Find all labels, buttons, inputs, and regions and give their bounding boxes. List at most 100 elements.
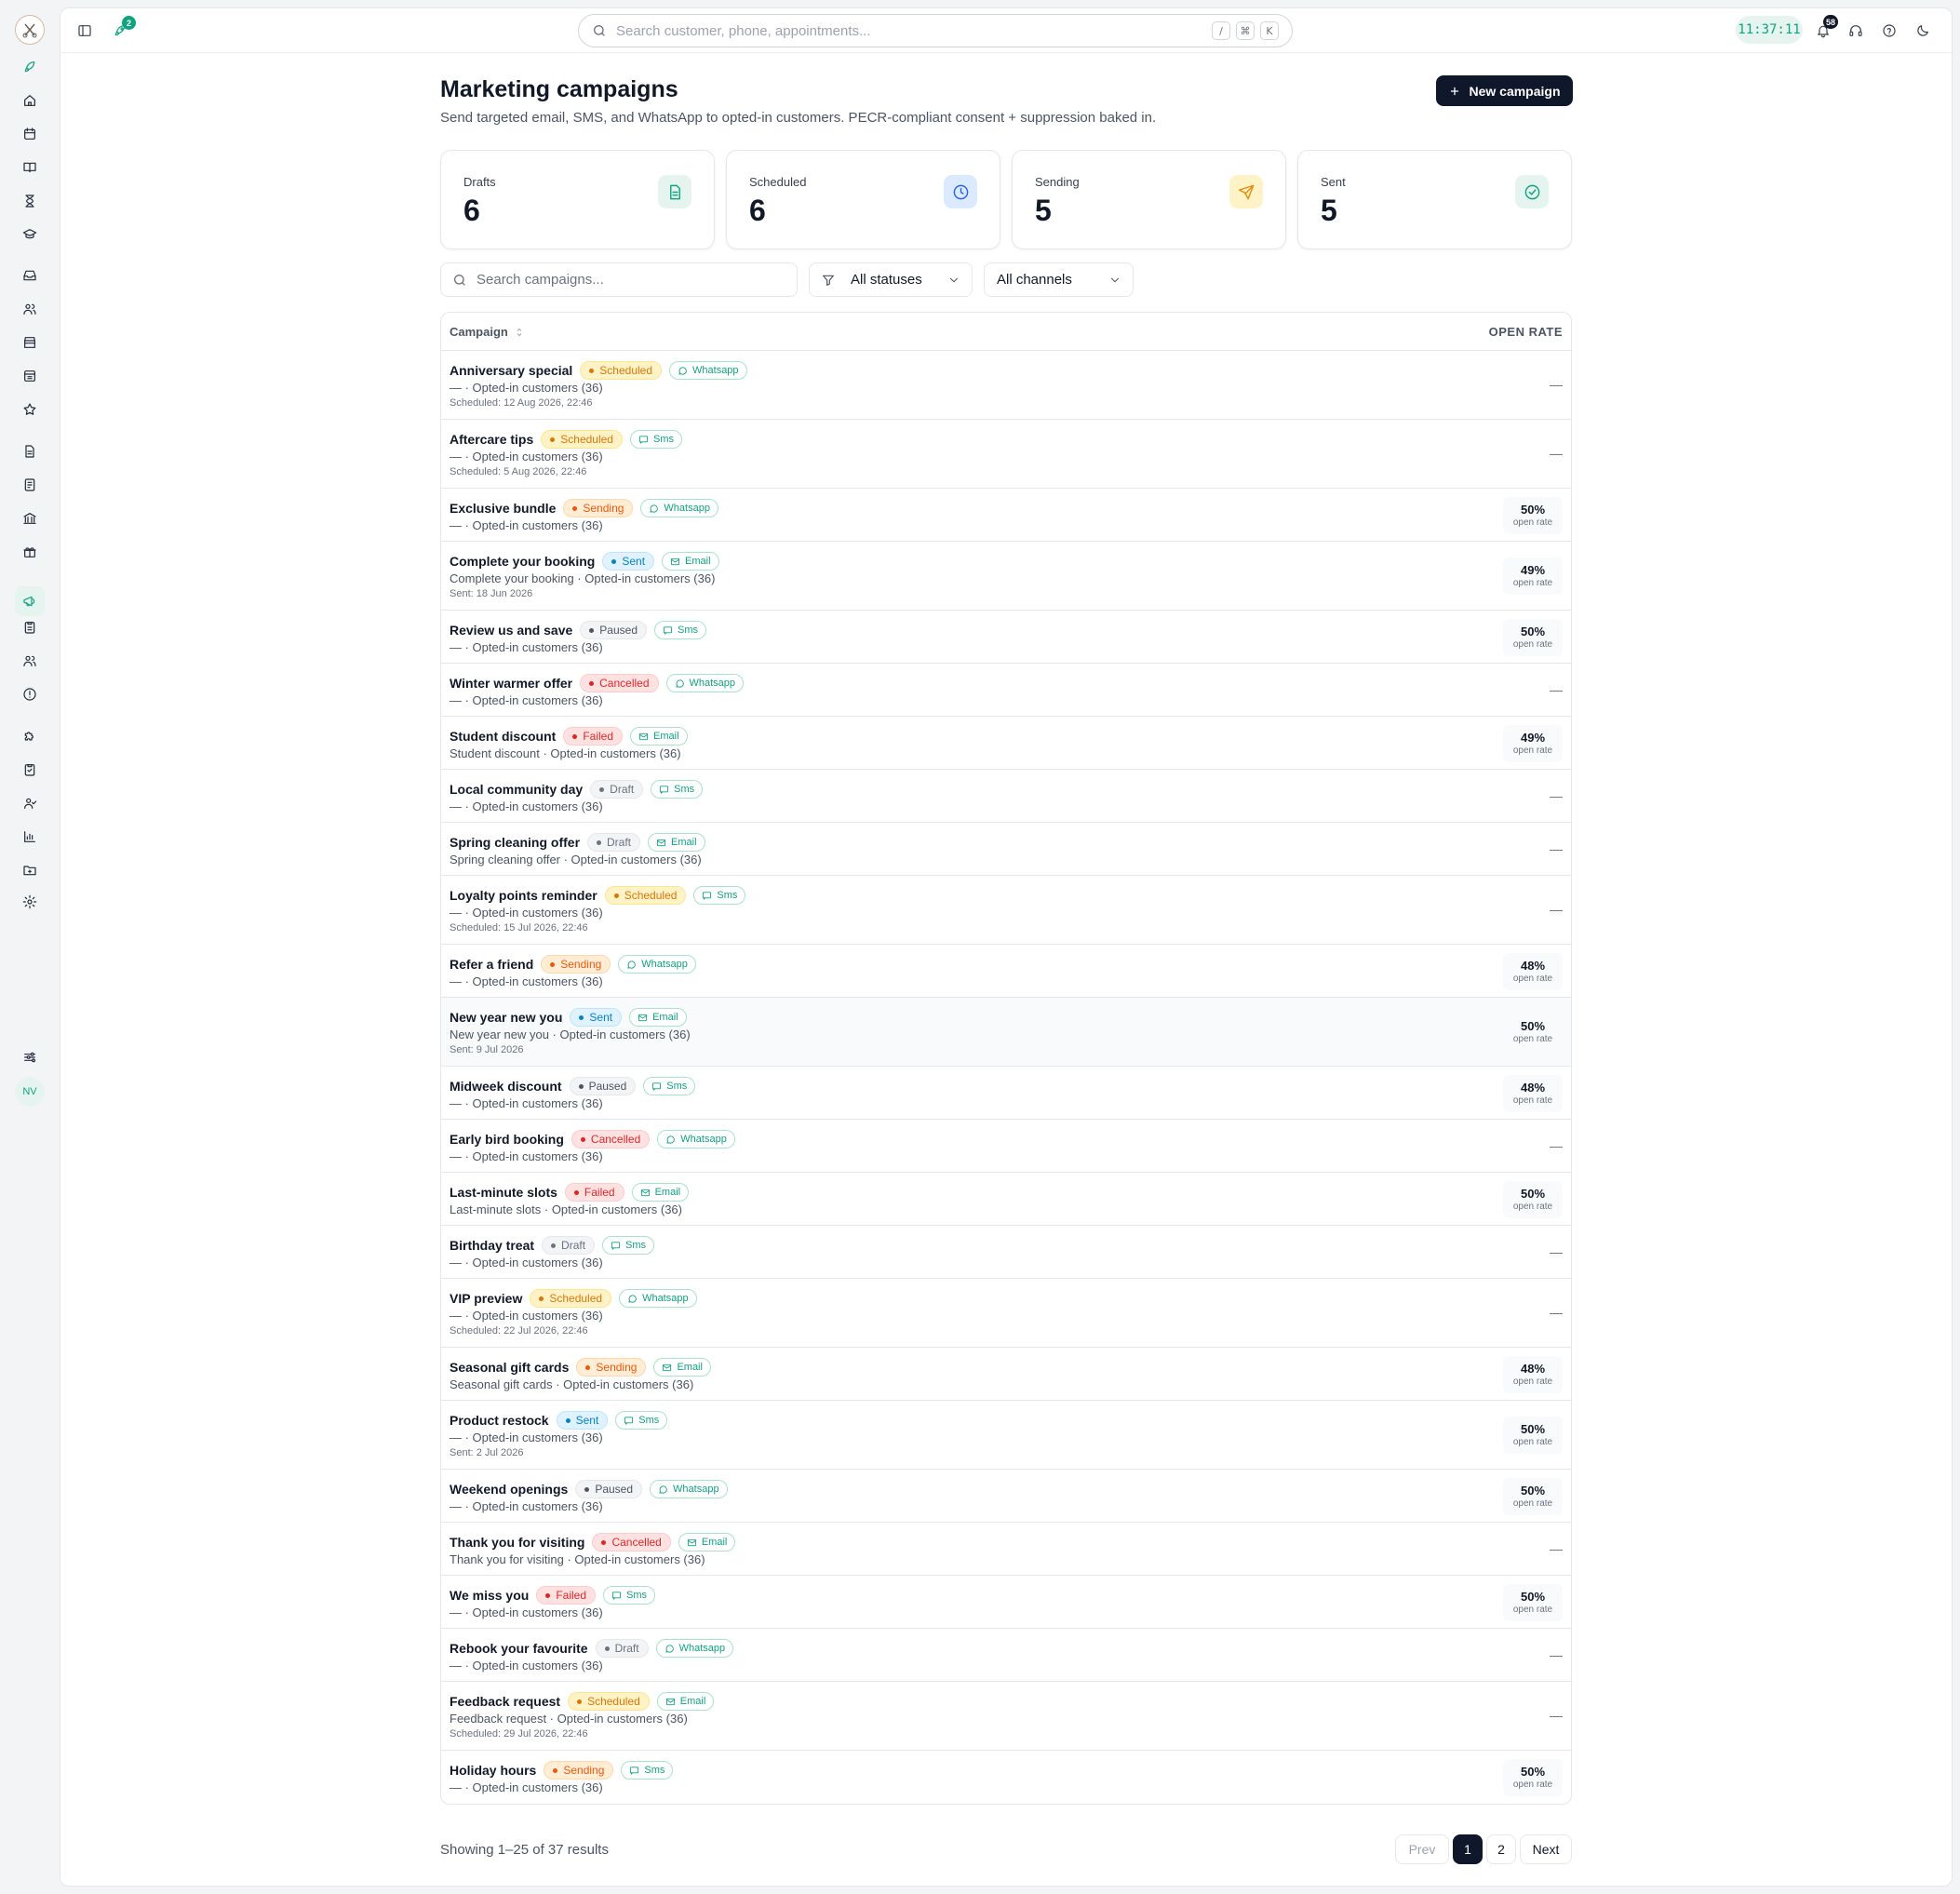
campaign-name[interactable]: Spring cleaning offer: [450, 835, 580, 850]
page-subtitle: Send targeted email, SMS, and WhatsApp t…: [440, 110, 1157, 126]
sidebar-sliders-icon[interactable]: [20, 1048, 39, 1067]
help-icon[interactable]: [1880, 21, 1899, 40]
table-row[interactable]: Loyalty points reminder Scheduled Sms — · O…: [441, 876, 1571, 945]
avatar[interactable]: NV: [15, 1077, 45, 1107]
table-row[interactable]: Thank you for visiting Cancelled Email Than…: [441, 1523, 1571, 1576]
sidebar-alert-icon[interactable]: [20, 685, 39, 704]
table-row[interactable]: We miss you Failed Sms — · Opted-in custome…: [441, 1576, 1571, 1629]
table-row[interactable]: Spring cleaning offer Draft Email Spring cl…: [441, 823, 1571, 876]
campaign-name[interactable]: We miss you: [450, 1588, 529, 1603]
sidebar-home-icon[interactable]: [20, 91, 39, 110]
sidebar-book-icon[interactable]: [20, 158, 39, 177]
bell-icon[interactable]: 58: [1814, 15, 1839, 40]
brand-logo[interactable]: [15, 15, 45, 45]
sidebar-clipboard-icon[interactable]: [20, 618, 39, 637]
campaign-name[interactable]: Exclusive bundle: [450, 501, 556, 516]
page-2-button[interactable]: 2: [1486, 1834, 1516, 1864]
sidebar-team-icon[interactable]: [20, 651, 39, 670]
sidebar-toggle-icon[interactable]: [75, 21, 94, 40]
campaign-name[interactable]: Anniversary special: [450, 363, 572, 378]
campaign-name[interactable]: Early bird booking: [450, 1132, 564, 1147]
campaign-name[interactable]: Review us and save: [450, 623, 572, 638]
campaign-name[interactable]: Local community day: [450, 782, 583, 797]
campaign-name[interactable]: Refer a friend: [450, 957, 533, 972]
sidebar-receipt-icon[interactable]: [20, 367, 39, 385]
sort-campaign-header[interactable]: Campaign: [450, 325, 525, 339]
campaign-name[interactable]: Product restock: [450, 1413, 549, 1428]
table-row[interactable]: Anniversary special Scheduled Whatsapp — · …: [441, 351, 1571, 420]
sidebar-folder-icon[interactable]: [20, 861, 39, 880]
page-1-button[interactable]: 1: [1453, 1834, 1483, 1864]
table-row[interactable]: Aftercare tips Scheduled Sms — · Opted-in c…: [441, 420, 1571, 489]
status-filter[interactable]: All statuses: [809, 262, 973, 297]
sidebar-graduation-icon[interactable]: [20, 225, 39, 244]
table-row[interactable]: Review us and save Paused Sms — · Opted-in …: [441, 611, 1571, 664]
campaign-name[interactable]: Birthday treat: [450, 1238, 534, 1253]
sidebar-user-check-icon[interactable]: [20, 794, 39, 813]
prev-button[interactable]: Prev: [1395, 1834, 1449, 1864]
campaign-name[interactable]: Holiday hours: [450, 1763, 536, 1778]
global-search-input[interactable]: [616, 22, 1206, 39]
sidebar-store-icon[interactable]: [20, 333, 39, 352]
campaign-name[interactable]: Seasonal gift cards: [450, 1360, 569, 1375]
campaign-name[interactable]: Thank you for visiting: [450, 1535, 584, 1550]
campaign-name[interactable]: Weekend openings: [450, 1482, 568, 1497]
campaign-search[interactable]: [440, 262, 798, 297]
table-row[interactable]: Student discount Failed Email Student disco…: [441, 717, 1571, 770]
next-button[interactable]: Next: [1520, 1834, 1572, 1864]
table-row[interactable]: Holiday hours Sending Sms — · Opted-in cust…: [441, 1751, 1571, 1804]
sidebar-invoice-icon[interactable]: [20, 476, 39, 494]
table-row[interactable]: Midweek discount Paused Sms — · Opted-in cu…: [441, 1067, 1571, 1120]
campaign-search-input[interactable]: [477, 272, 785, 288]
table-row[interactable]: Rebook your favourite Draft Whatsapp — · Op…: [441, 1629, 1571, 1682]
table-row[interactable]: Product restock Sent Sms — · Opted-in custo…: [441, 1401, 1571, 1470]
sidebar-checklist-icon[interactable]: [20, 760, 39, 779]
alert-icon: [23, 688, 36, 701]
headset-icon[interactable]: [1846, 21, 1865, 40]
global-search[interactable]: / ⌘ K: [578, 14, 1293, 47]
campaign-name[interactable]: Loyalty points reminder: [450, 888, 597, 903]
sidebar-users-icon[interactable]: [20, 300, 39, 318]
campaign-name[interactable]: Midweek discount: [450, 1079, 562, 1094]
table-row[interactable]: Feedback request Scheduled Email Feedback r…: [441, 1682, 1571, 1751]
table-row[interactable]: Complete your booking Sent Email Complete y…: [441, 542, 1571, 611]
campaign-name[interactable]: Student discount: [450, 729, 556, 744]
new-campaign-button[interactable]: New campaign: [1436, 75, 1573, 106]
sidebar-bank-icon[interactable]: [20, 509, 39, 528]
sidebar-inbox-icon[interactable]: [20, 266, 39, 285]
campaign-name[interactable]: New year new you: [450, 1010, 562, 1025]
sidebar-megaphone-icon[interactable]: [15, 586, 45, 616]
campaign-name[interactable]: Winter warmer offer: [450, 676, 572, 691]
sidebar-rocket-icon[interactable]: [20, 58, 39, 76]
sidebar-hourglass-icon[interactable]: [20, 192, 39, 210]
rocket-icon[interactable]: 2: [111, 16, 136, 40]
channel-filter[interactable]: All channels: [984, 262, 1134, 297]
table-row[interactable]: Birthday treat Draft Sms — · Opted-in custo…: [441, 1226, 1571, 1279]
moon-icon[interactable]: [1913, 21, 1932, 40]
table-row[interactable]: Winter warmer offer Cancelled Whatsapp — · …: [441, 664, 1571, 717]
campaign-name[interactable]: Complete your booking: [450, 554, 595, 569]
sidebar-calendar-icon[interactable]: [20, 125, 39, 143]
table-row[interactable]: Refer a friend Sending Whatsapp — · Opted-i…: [441, 945, 1571, 998]
sidebar-puzzle-icon[interactable]: [20, 727, 39, 746]
sidebar-star-icon[interactable]: [20, 400, 39, 419]
kbd-k: K: [1260, 21, 1279, 40]
table-row[interactable]: Exclusive bundle Sending Whatsapp — · Opted…: [441, 489, 1571, 542]
table-row[interactable]: Last-minute slots Failed Email Last-minute …: [441, 1173, 1571, 1226]
status-badge: Draft: [542, 1236, 596, 1255]
table-row[interactable]: Early bird booking Cancelled Whatsapp — · O…: [441, 1120, 1571, 1173]
table-row[interactable]: New year new you Sent Email New year new yo…: [441, 998, 1571, 1067]
sidebar-document-icon[interactable]: [20, 442, 39, 461]
table-row[interactable]: Seasonal gift cards Sending Email Seasonal …: [441, 1348, 1571, 1401]
sidebar-chart-icon[interactable]: [20, 827, 39, 846]
sidebar-settings-icon[interactable]: [20, 893, 39, 911]
sidebar-gift-icon[interactable]: [20, 543, 39, 561]
campaign-name[interactable]: VIP preview: [450, 1291, 522, 1306]
table-row[interactable]: Weekend openings Paused Whatsapp — · Opted-…: [441, 1470, 1571, 1523]
table-row[interactable]: Local community day Draft Sms — · Opted-in …: [441, 770, 1571, 823]
table-row[interactable]: VIP preview Scheduled Whatsapp — · Opted-in…: [441, 1279, 1571, 1348]
campaign-name[interactable]: Aftercare tips: [450, 432, 533, 447]
campaign-name[interactable]: Rebook your favourite: [450, 1641, 588, 1656]
campaign-name[interactable]: Feedback request: [450, 1694, 560, 1709]
campaign-name[interactable]: Last-minute slots: [450, 1185, 557, 1200]
